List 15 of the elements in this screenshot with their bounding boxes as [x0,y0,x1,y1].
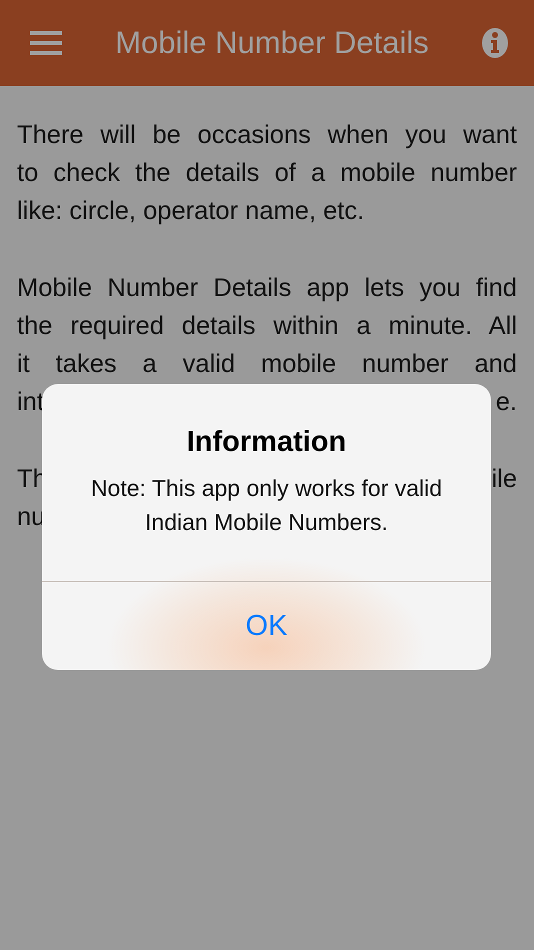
body-text-fragment: e. [496,387,517,418]
info-icon[interactable] [482,28,508,58]
dialog-title: Information [186,426,346,459]
body-text-line: it takes a valid mobile number and [17,349,517,380]
body-text-fragment: ile [491,464,517,494]
body-text-line: the required details within a minute. All [17,311,517,342]
ok-button[interactable]: OK [42,582,491,670]
body-text-line: like: circle, operator name, etc. [17,196,366,227]
menu-icon[interactable] [30,31,62,55]
body-text-line: Mobile Number Details app lets you find [17,273,517,304]
dialog-message: Note: This app only works for valid Indian Mobile Numbers. [90,474,444,537]
body-text-line: There will be occasions when you want [17,120,517,151]
body-text-line: to check the details of a mobile number [17,158,517,189]
screen-title: Mobile Number Details [114,25,430,61]
body-text-fragment: int [17,387,44,418]
